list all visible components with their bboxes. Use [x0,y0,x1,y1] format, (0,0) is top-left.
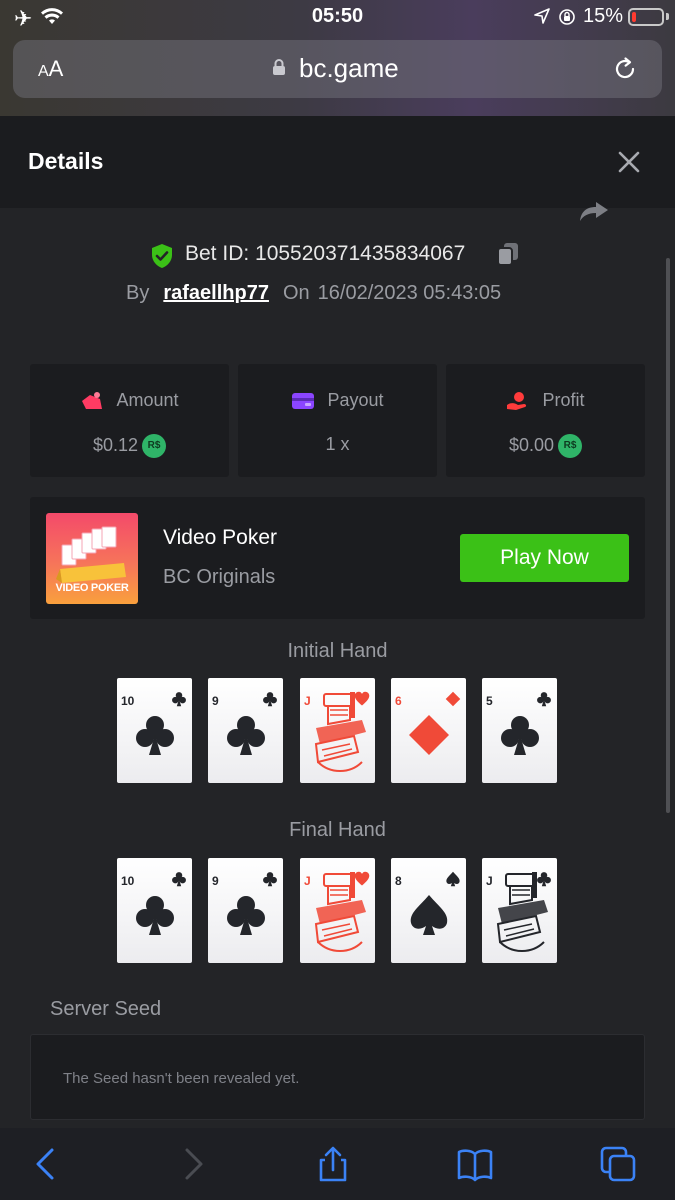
clubs-suit-icon [172,692,186,707]
jack-face-illustration [314,692,366,772]
forward-icon[interactable] [175,1146,211,1182]
playing-card: J [300,858,375,963]
profit-value: $0.00 [508,434,555,455]
battery-icon [628,8,664,26]
amount-label: Amount [116,390,179,410]
spades-suit-icon [446,871,460,887]
play-now-button[interactable]: Play Now [460,534,629,582]
url-text[interactable]: bc.game [299,53,399,84]
back-icon[interactable] [28,1146,64,1182]
amount-value: $0.12 [92,434,139,455]
payout-value: 1 x [325,434,350,454]
payout-stat: Payout 1 x [238,364,437,477]
card-rank: 9 [212,694,219,708]
battery-fill [632,12,636,22]
playing-card: J [300,678,375,783]
thumbnail-label: VIDEO POKER [55,582,129,594]
share-sheet-icon[interactable] [315,1146,351,1182]
reload-icon[interactable] [611,55,639,83]
copy-icon[interactable] [496,241,520,267]
on-label: On [282,282,310,304]
status-bar: ✈ 05:50 15% [0,0,675,36]
playing-card: 6 [391,678,466,783]
clubs-large-suit-icon [136,896,174,935]
clubs-suit-icon [537,692,551,707]
playing-card: J [482,858,557,963]
share-icon[interactable] [578,200,610,222]
tabs-icon[interactable] [600,1146,636,1182]
clubs-suit-icon [263,872,277,887]
reader-text-size-button[interactable]: AA [38,56,63,82]
server-seed-label: Server Seed [50,998,162,1020]
orientation-lock-icon [559,9,575,25]
scrollbar[interactable] [666,258,670,813]
jack-face-illustration [496,872,548,952]
bet-byline: By rafaellhp77 On 16/02/2023 05:43:05 [126,282,501,305]
browser-chrome: ✈ 05:50 15% AA bc.game [0,0,675,116]
username-link[interactable]: rafaellhp77 [163,282,269,304]
address-bar[interactable]: AA bc.game [13,40,662,98]
initial-hand-label: Initial Hand [287,640,388,662]
profit-label: Profit [542,390,585,410]
game-provider: BC Originals [163,566,276,588]
playing-card: 10 [117,678,192,783]
currency-badge: R$ [558,434,583,458]
playing-card: 10 [117,858,192,963]
playing-card: 5 [482,678,557,783]
profit-icon [507,392,527,411]
diamonds-large-suit-icon [409,715,449,755]
modal-header: Details [0,116,675,208]
payout-label: Payout [327,390,384,410]
card-rank: 8 [395,874,402,888]
clubs-large-suit-icon [227,896,265,935]
amount-stat: Amount $0.12 R$ [30,364,229,477]
playing-card: 8 [391,858,466,963]
close-icon[interactable] [616,149,642,175]
profit-stat: Profit $0.00 R$ [446,364,645,477]
padlock-icon [273,59,285,75]
bookmarks-icon[interactable] [457,1146,493,1182]
payout-icon [292,393,315,410]
bet-id: Bet ID: 105520371435834067 [185,242,466,265]
card-rank: 10 [121,694,135,708]
by-label: By [126,282,150,304]
final-hand-label: Final Hand [289,819,386,841]
location-arrow-icon [534,8,550,24]
playing-card: 9 [208,678,283,783]
verified-shield-icon [152,244,172,268]
card-rank: 6 [395,694,402,708]
card-rank: 5 [486,694,493,708]
server-seed-text: The Seed hasn't been revealed yet. [63,1070,300,1087]
jack-face-illustration [314,872,366,952]
game-thumbnail[interactable]: VIDEO POKER [46,513,138,604]
clubs-suit-icon [172,872,186,887]
card-rank: 9 [212,874,219,888]
diamonds-suit-icon [445,691,461,707]
game-name: Video Poker [163,526,278,549]
clubs-large-suit-icon [501,716,539,755]
clubs-suit-icon [263,692,277,707]
browser-toolbar [0,1128,675,1200]
battery-percent: 15% [583,5,624,27]
playing-card: 9 [208,858,283,963]
bet-datetime: 16/02/2023 05:43:05 [317,282,502,304]
clubs-large-suit-icon [227,716,265,755]
modal-title: Details [28,148,104,174]
spades-large-suit-icon [410,895,448,935]
amount-icon [82,392,103,410]
server-seed-box: The Seed hasn't been revealed yet. [30,1034,645,1120]
battery-tip [666,13,669,20]
card-rank: 10 [121,874,135,888]
game-card: VIDEO POKER Video Poker BC Originals Pla… [30,497,645,619]
clubs-large-suit-icon [136,716,174,755]
currency-badge: R$ [142,434,167,458]
